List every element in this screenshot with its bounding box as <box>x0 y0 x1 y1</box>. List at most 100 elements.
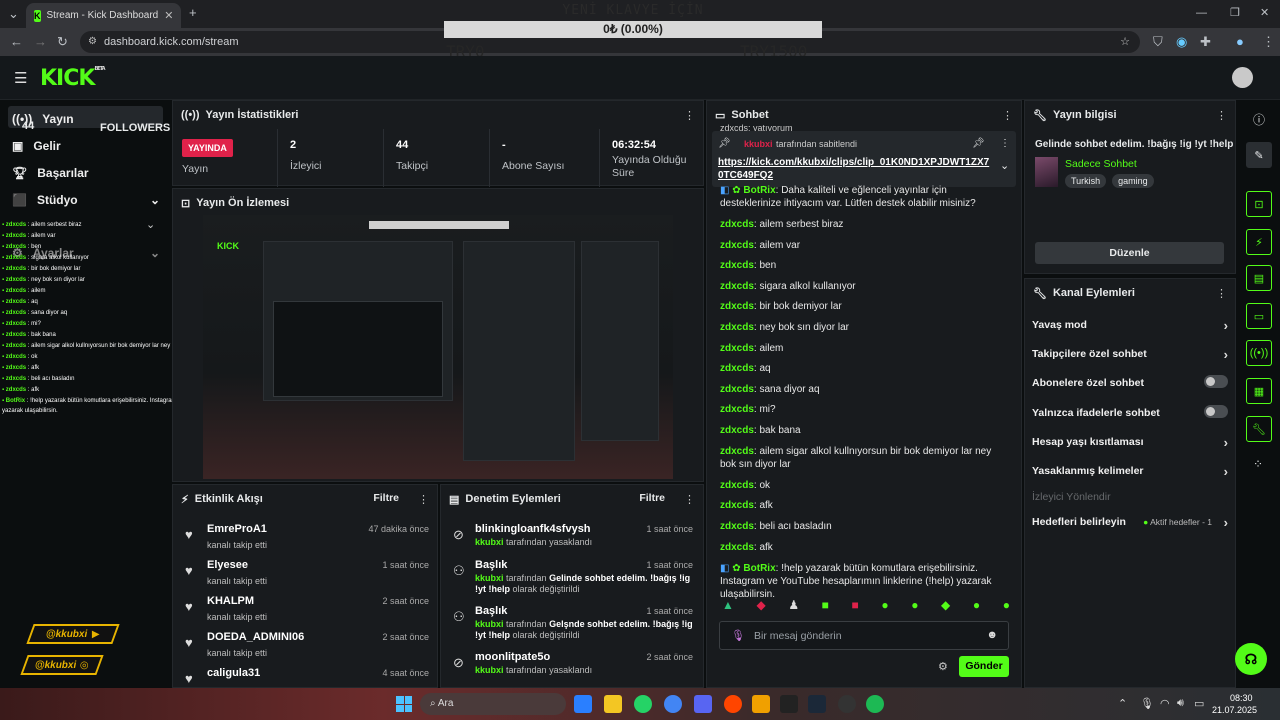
rail-mod-button[interactable]: ▦ <box>1246 378 1272 404</box>
stream-info-more-icon[interactable]: ⋮ <box>1216 109 1227 122</box>
edit-button[interactable]: Düzenle <box>1035 242 1224 264</box>
channel-action-row[interactable]: Yavaş mod › <box>1032 318 1228 333</box>
steam-icon[interactable] <box>808 695 826 713</box>
chat-username[interactable]: BotRix <box>743 185 775 196</box>
chat-username[interactable]: zdxcds <box>720 446 754 457</box>
emote-icon[interactable]: ● <box>1003 598 1010 616</box>
rockstar-icon[interactable] <box>752 695 770 713</box>
stream-preview-video[interactable]: KICK <box>203 215 673 479</box>
reload-icon[interactable]: ↻ <box>57 35 68 49</box>
tag-chip[interactable]: gaming <box>1112 174 1154 188</box>
taskbar-app-icon[interactable] <box>574 695 592 713</box>
chat-username[interactable]: zdxcds <box>720 240 754 251</box>
battery-icon[interactable]: ▭ <box>1194 697 1204 710</box>
chat-message[interactable]: zdxcds: aq <box>720 362 1010 375</box>
emote-icon[interactable]: ♟ <box>788 598 799 616</box>
volume-icon[interactable]: 🔊︎ <box>1177 697 1184 710</box>
activity-item[interactable]: ♥ Elyesee kanalı takip etti 1 saat önce <box>183 557 429 591</box>
chat-username[interactable]: zdxcds <box>720 281 754 292</box>
chat-username[interactable]: zdxcds <box>720 260 754 271</box>
obs-icon[interactable] <box>838 695 856 713</box>
chat-username[interactable]: zdxcds <box>720 322 754 333</box>
channel-action-row[interactable]: Yasaklanmış kelimeler › <box>1032 464 1228 479</box>
kick-logo[interactable]: KICKBETA <box>40 66 106 91</box>
pinned-more-icon[interactable]: ⋮ <box>1000 138 1010 149</box>
chat-username[interactable]: zdxcds <box>720 384 754 395</box>
sidebar-item-basarilar[interactable]: 🏆︎ Başarılar <box>12 166 89 180</box>
maximize-icon[interactable]: ❐ <box>1230 6 1240 20</box>
start-button[interactable] <box>396 696 412 712</box>
user-avatar[interactable] <box>1232 67 1253 88</box>
chat-more-icon[interactable]: ⋮ <box>1002 109 1013 122</box>
epic-games-icon[interactable] <box>780 695 798 713</box>
taskbar-search[interactable]: ⌕ Ara <box>420 693 566 715</box>
chat-message[interactable]: zdxcds: mi? <box>720 403 1010 416</box>
browser-tab[interactable]: K Stream - Kick Dashboard ✕ <box>26 3 181 28</box>
chat-username[interactable]: zdxcds <box>720 425 754 436</box>
emoji-icon[interactable]: ☻ <box>986 629 998 641</box>
moderation-item[interactable]: ⚇ Başlık 1 saat önce kkubxi tarafından Gelş… <box>451 603 693 647</box>
pinned-link[interactable]: https://kick.com/kkubxi/clips/clip_01K0N… <box>718 156 990 182</box>
extension-shield-icon[interactable]: ⛉ <box>1153 35 1163 49</box>
window-close-icon[interactable]: ✕ <box>1260 6 1269 20</box>
rail-lightning-button[interactable]: ⚡︎ <box>1246 229 1272 255</box>
forward-icon[interactable]: → <box>34 35 47 49</box>
rail-camera-button[interactable]: ⊡ <box>1246 191 1272 217</box>
edit-pencil-button[interactable]: ✎ <box>1246 142 1272 168</box>
support-button[interactable]: ☊ <box>1235 643 1267 675</box>
toggle-switch[interactable] <box>1204 375 1228 388</box>
moderation-filter-button[interactable]: Filtre <box>639 492 665 504</box>
chat-message[interactable]: zdxcds: ok <box>720 479 1010 492</box>
channel-action-row[interactable]: Yalnızca ifadelerle sohbet <box>1032 405 1228 419</box>
emote-icon[interactable]: ■ <box>822 598 829 616</box>
info-icon[interactable]: ⓘ <box>1253 111 1265 128</box>
chat-message[interactable]: ◧ ✿ BotRix: Daha kaliteli ve eğlenceli y… <box>720 184 1010 210</box>
chat-username[interactable]: zdxcds <box>720 542 754 553</box>
chat-message[interactable]: zdxcds: bak bana <box>720 424 1010 437</box>
chat-message[interactable]: zdxcds: sigara alkol kullanıyor <box>720 280 1010 293</box>
chat-message[interactable]: zdxcds: ailem sigar alkol kullnıyorsun b… <box>720 445 1010 471</box>
sidebar-item-gelir[interactable]: ▣ Gelir <box>12 139 61 153</box>
hamburger-menu-icon[interactable]: ☰ <box>14 69 27 87</box>
rail-broadcast-button[interactable]: ((•)) <box>1246 340 1272 366</box>
mic-tray-icon[interactable]: 🎙︎ <box>1140 697 1154 710</box>
activity-item[interactable]: ♥ KHALPM kanalı takip etti 2 saat önce <box>183 593 429 627</box>
rail-chat-button[interactable]: ▭ <box>1246 303 1272 329</box>
chat-username[interactable]: zdxcds <box>720 301 754 312</box>
emote-icon[interactable]: ● <box>973 598 980 616</box>
profile-icon[interactable]: ● <box>1236 35 1244 49</box>
file-explorer-icon[interactable] <box>604 695 622 713</box>
chat-username[interactable]: BotRix <box>743 563 775 574</box>
new-tab-icon[interactable]: + <box>189 6 197 20</box>
chat-message[interactable]: zdxcds: ailem <box>720 342 1010 355</box>
chat-message[interactable]: zdxcds: afk <box>720 541 1010 554</box>
category-name[interactable]: Sadece Sohbet <box>1065 158 1137 170</box>
chat-message[interactable]: zdxcds: afk <box>720 499 1010 512</box>
tag-chip[interactable]: Turkish <box>1065 174 1107 188</box>
tab-close-icon[interactable]: ✕ <box>164 9 173 22</box>
moderation-item[interactable]: ⊘ moonlitpate5o 2 saat önce kkubxi tarafınd… <box>451 649 693 693</box>
rail-wrench-button[interactable]: 🔧︎ <box>1246 416 1272 442</box>
site-info-icon[interactable]: ⚙ <box>88 31 97 53</box>
menu-icon[interactable]: ⋮ <box>1262 35 1275 49</box>
chat-username[interactable]: zdxcds <box>720 404 754 415</box>
chat-settings-icon[interactable]: ⚙ <box>938 660 948 673</box>
channel-actions-more-icon[interactable]: ⋮ <box>1216 287 1227 300</box>
bookmark-star-icon[interactable]: ☆ <box>1120 31 1130 53</box>
activity-more-icon[interactable]: ⋮ <box>418 493 429 506</box>
chat-message[interactable]: zdxcds: sana diyor aq <box>720 383 1010 396</box>
chrome-icon[interactable] <box>664 695 682 713</box>
mic-icon[interactable]: 🎙︎ <box>731 629 745 642</box>
taskbar-time[interactable]: 08:30 <box>1230 693 1253 703</box>
chat-username[interactable]: zdxcds <box>720 363 754 374</box>
chat-message[interactable]: zdxcds: beli acı basladın <box>720 520 1010 533</box>
stats-more-icon[interactable]: ⋮ <box>684 109 695 122</box>
pinned-expand-icon[interactable]: ⌄ <box>1000 159 1009 172</box>
chat-username[interactable]: zdxcds <box>720 521 754 532</box>
chat-message[interactable]: ◧ ✿ BotRix: !help yazarak bütün komutlar… <box>720 562 1010 601</box>
moderation-more-icon[interactable]: ⋮ <box>684 493 695 506</box>
spotify-icon[interactable] <box>866 695 884 713</box>
channel-action-row[interactable]: Takipçilere özel sohbet › <box>1032 347 1228 362</box>
emote-icon[interactable]: ◆ <box>756 598 765 616</box>
chat-username[interactable]: zdxcds <box>720 500 754 511</box>
